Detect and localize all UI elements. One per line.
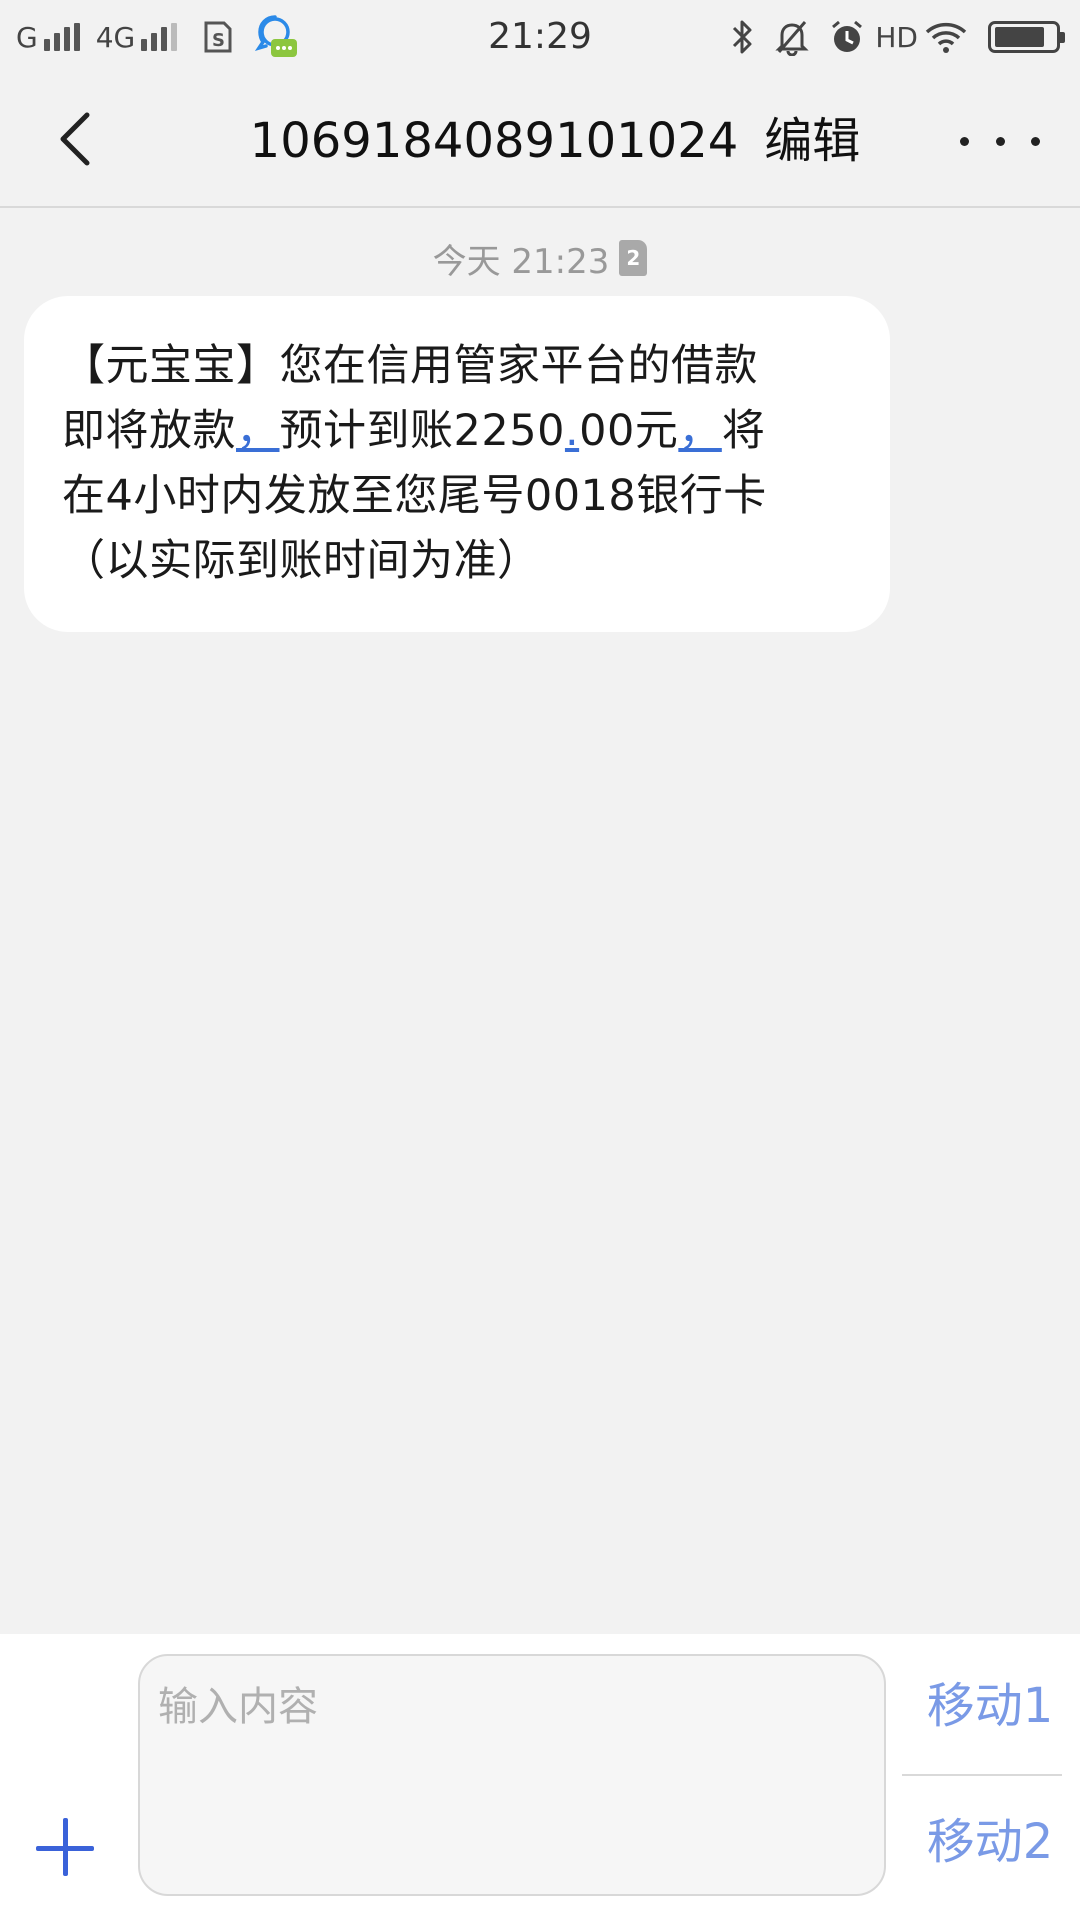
conversation-header: 1069184089101024 编辑	[0, 74, 1080, 208]
battery-level-fill	[995, 27, 1045, 47]
message-segment: 预计到账2250	[279, 406, 565, 456]
edit-contact-button[interactable]: 编辑	[764, 113, 860, 169]
sim-card-icon: 2	[619, 240, 648, 276]
message-line: 【元宝宝】您在信用管家平台的借款	[62, 341, 758, 391]
status-right: HD	[721, 0, 1065, 74]
message-segment: 将	[721, 406, 766, 456]
message-input[interactable]	[138, 1654, 886, 1896]
message-segment: 00元	[579, 406, 679, 456]
status-bar: G 4G S 21:29 HD	[0, 0, 1080, 74]
page-title: 1069184089101024 编辑	[0, 74, 1080, 208]
contact-number: 1069184089101024	[249, 113, 739, 169]
battery-icon	[988, 21, 1065, 53]
message-bubble[interactable]: 【元宝宝】您在信用管家平台的借款 即将放款，预计到账2250.00元，将 在4小…	[24, 296, 890, 632]
more-icon	[995, 136, 1005, 146]
detected-link[interactable]: ，	[236, 406, 280, 456]
message-timestamp: 今天 21:23 2	[0, 236, 1080, 282]
timestamp-text: 今天 21:23	[432, 241, 610, 282]
message-text: 【元宝宝】您在信用管家平台的借款 即将放款，预计到账2250.00元，将 在4小…	[62, 334, 856, 594]
bluetooth-icon	[731, 18, 755, 56]
more-icon	[1031, 136, 1040, 146]
detected-link[interactable]: ，	[678, 406, 722, 456]
more-icon	[960, 136, 969, 146]
message-line: （以实际到账时间为准）	[62, 536, 541, 586]
message-composer: 移动1 移动2	[0, 1634, 1080, 1920]
more-button[interactable]	[960, 118, 1040, 164]
alarm-icon	[829, 19, 865, 55]
add-attachment-button[interactable]	[36, 1816, 102, 1882]
hd-label: HD	[875, 20, 918, 54]
conversation-area[interactable]: 今天 21:23 2 【元宝宝】您在信用管家平台的借款 即将放款，预计到账225…	[0, 210, 1080, 1634]
mute-icon	[775, 18, 809, 56]
message-line: 即将放款，预计到账2250.00元，将	[62, 399, 856, 464]
send-sim2-button[interactable]: 移动2	[900, 1772, 1080, 1902]
message-segment: 即将放款	[62, 406, 236, 456]
send-sim1-button[interactable]: 移动1	[900, 1636, 1080, 1766]
detected-link[interactable]: .	[565, 406, 579, 456]
wifi-icon	[924, 20, 968, 54]
message-line: 在4小时内发放至您尾号0018银行卡	[62, 471, 767, 521]
